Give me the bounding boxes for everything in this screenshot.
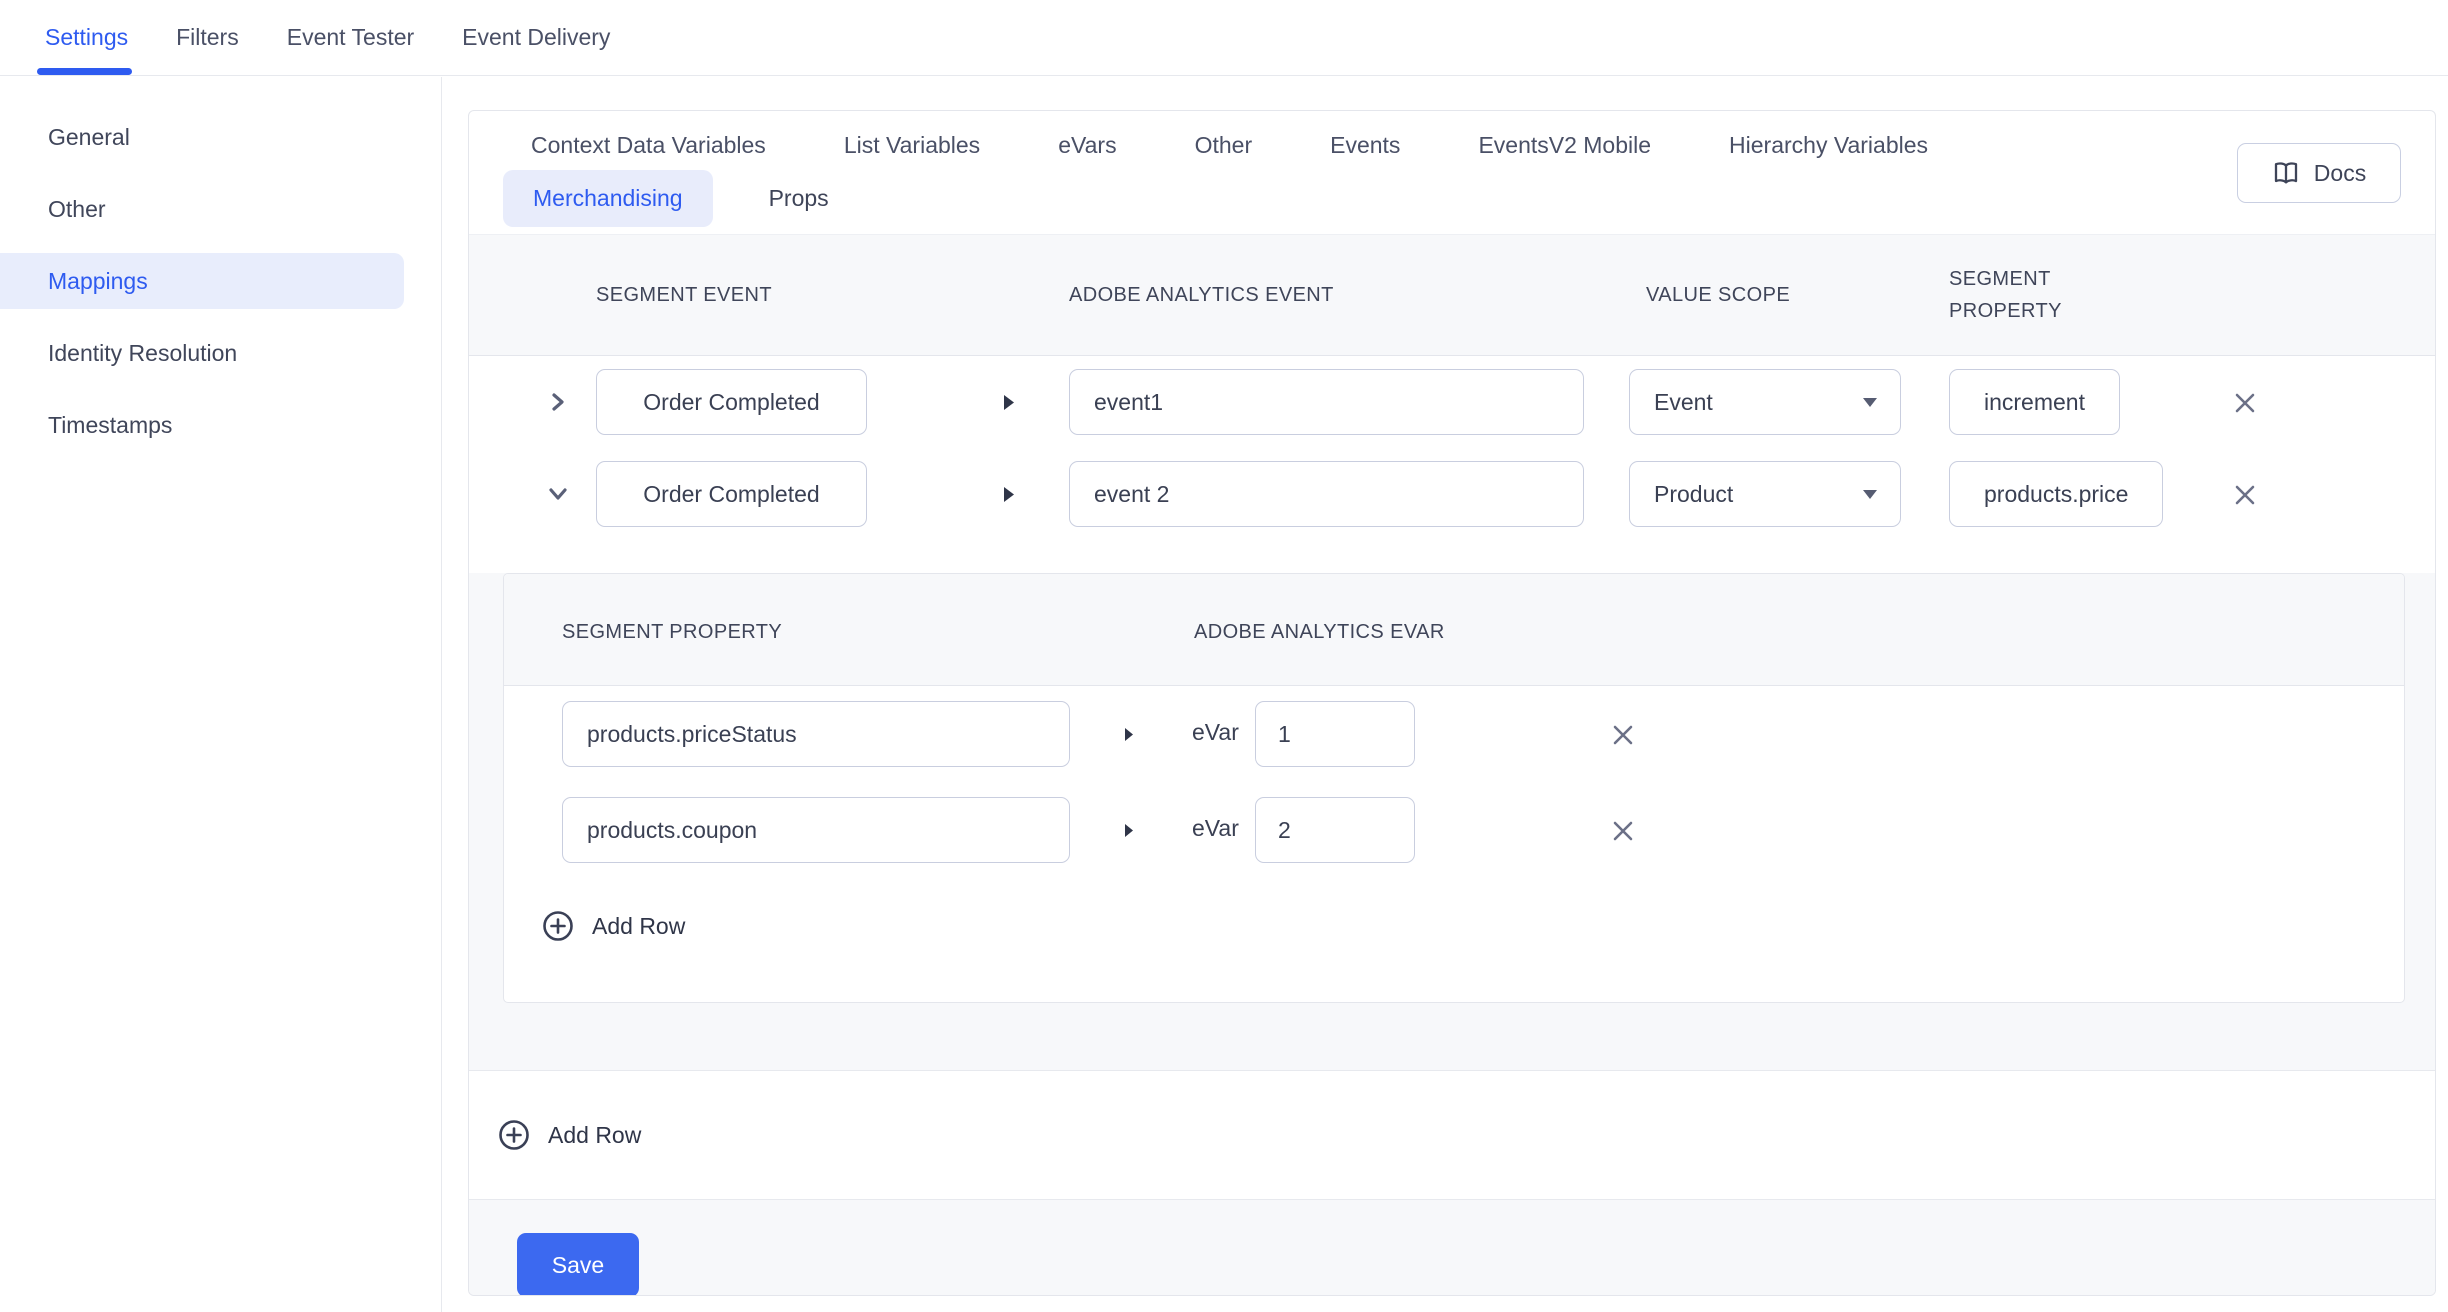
tab-event-delivery[interactable]: Event Delivery xyxy=(462,0,610,76)
segment-property-input[interactable] xyxy=(562,797,1070,863)
variable-tabs: Context Data Variables List Variables eV… xyxy=(469,111,2435,234)
delete-evar-row-button[interactable] xyxy=(1609,817,1637,845)
add-mapping-row-button[interactable]: Add Row xyxy=(498,1119,641,1151)
evar-label: eVar xyxy=(1192,815,1239,842)
segment-property-input[interactable] xyxy=(562,701,1070,767)
x-icon xyxy=(1611,723,1635,747)
settings-sidebar: General Other Mappings Identity Resoluti… xyxy=(0,77,442,1312)
adobe-analytics-event-input[interactable] xyxy=(1069,461,1584,527)
value-scope-selected: Event xyxy=(1654,389,1713,416)
evar-number-input[interactable] xyxy=(1255,797,1415,863)
tab-filters[interactable]: Filters xyxy=(176,0,239,76)
tab-list-variables[interactable]: List Variables xyxy=(844,131,980,159)
book-icon xyxy=(2272,160,2300,186)
evar-sub-table: SEGMENT PROPERTY ADOBE ANALYTICS EVAR eV… xyxy=(503,573,2405,1003)
tab-context-data-variables[interactable]: Context Data Variables xyxy=(531,131,766,159)
column-header-segment-property: SEGMENT PROPERTY xyxy=(1949,263,2099,327)
add-row-band: Add Row xyxy=(469,1071,2435,1200)
docs-button-label: Docs xyxy=(2314,160,2366,187)
column-header-adobe-analytics-evar: ADOBE ANALYTICS EVAR xyxy=(1194,616,1445,648)
evar-table-header: SEGMENT PROPERTY ADOBE ANALYTICS EVAR xyxy=(504,574,2404,686)
page-root: Settings Filters Event Tester Event Deli… xyxy=(0,0,2448,1312)
segment-property-button[interactable]: products.price xyxy=(1949,461,2163,527)
add-row-label: Add Row xyxy=(592,913,685,940)
plus-circle-icon xyxy=(542,910,574,942)
collapse-row-button[interactable] xyxy=(545,481,571,507)
triangle-right-icon xyxy=(1003,486,1015,503)
evar-row-2: eVar xyxy=(504,782,2404,878)
value-scope-select[interactable]: Product xyxy=(1629,461,1901,527)
triangle-right-icon xyxy=(1003,394,1015,411)
tab-event-tester[interactable]: Event Tester xyxy=(287,0,414,76)
docs-button[interactable]: Docs xyxy=(2237,143,2401,203)
add-row-label: Add Row xyxy=(548,1122,641,1149)
add-evar-row-button[interactable]: Add Row xyxy=(542,910,685,942)
sidebar-item-mappings[interactable]: Mappings xyxy=(0,253,404,309)
mapping-row-1: Order Completed Event increment xyxy=(469,356,2435,448)
delete-evar-row-button[interactable] xyxy=(1609,721,1637,749)
sidebar-item-other[interactable]: Other xyxy=(0,181,404,237)
tab-eventsv2-mobile[interactable]: EventsV2 Mobile xyxy=(1478,131,1651,159)
sidebar-item-timestamps[interactable]: Timestamps xyxy=(0,397,404,453)
variable-tabs-row1: Context Data Variables List Variables eV… xyxy=(531,131,1928,159)
chevron-right-icon xyxy=(550,391,566,413)
tab-props[interactable]: Props xyxy=(769,185,829,212)
save-button[interactable]: Save xyxy=(517,1233,639,1296)
variable-tabs-row2: Merchandising Props xyxy=(503,170,829,227)
x-icon xyxy=(2233,391,2257,415)
card-footer: Save xyxy=(469,1200,2435,1296)
column-header-adobe-analytics-event: ADOBE ANALYTICS EVENT xyxy=(1069,279,1334,311)
tab-merchandising[interactable]: Merchandising xyxy=(503,170,713,227)
adobe-analytics-event-input[interactable] xyxy=(1069,369,1584,435)
x-icon xyxy=(2233,483,2257,507)
column-header-segment-property: SEGMENT PROPERTY xyxy=(562,616,782,648)
plus-circle-icon xyxy=(498,1119,530,1151)
tab-events[interactable]: Events xyxy=(1330,131,1400,159)
segment-property-button[interactable]: increment xyxy=(1949,369,2120,435)
segment-event-button[interactable]: Order Completed xyxy=(596,369,867,435)
delete-row-button[interactable] xyxy=(2231,389,2259,417)
expand-row-button[interactable] xyxy=(545,389,571,415)
expanded-row-zone: SEGMENT PROPERTY ADOBE ANALYTICS EVAR eV… xyxy=(469,573,2435,1071)
tab-evars[interactable]: eVars xyxy=(1058,131,1116,159)
column-header-segment-event: SEGMENT EVENT xyxy=(596,279,772,311)
evar-row-1: eVar xyxy=(504,686,2404,782)
value-scope-select[interactable]: Event xyxy=(1629,369,1901,435)
segment-event-button[interactable]: Order Completed xyxy=(596,461,867,527)
delete-row-button[interactable] xyxy=(2231,481,2259,509)
tab-hierarchy-variables[interactable]: Hierarchy Variables xyxy=(1729,131,1928,159)
sidebar-item-general[interactable]: General xyxy=(0,109,404,165)
mapping-row-2: Order Completed Product products.price xyxy=(469,448,2435,540)
column-header-value-scope: VALUE SCOPE xyxy=(1646,279,1790,311)
triangle-right-icon xyxy=(1124,727,1134,742)
top-nav: Settings Filters Event Tester Event Deli… xyxy=(0,0,2448,76)
triangle-down-icon xyxy=(1862,489,1878,500)
evar-number-input[interactable] xyxy=(1255,701,1415,767)
x-icon xyxy=(1611,819,1635,843)
triangle-right-icon xyxy=(1124,823,1134,838)
evar-label: eVar xyxy=(1192,719,1239,746)
mappings-card: Context Data Variables List Variables eV… xyxy=(468,110,2436,1296)
sidebar-item-identity-resolution[interactable]: Identity Resolution xyxy=(0,325,404,381)
tab-other-variables[interactable]: Other xyxy=(1195,131,1253,159)
tab-settings[interactable]: Settings xyxy=(45,0,128,76)
chevron-down-icon xyxy=(547,486,569,502)
triangle-down-icon xyxy=(1862,397,1878,408)
mapping-table-header: SEGMENT EVENT ADOBE ANALYTICS EVENT VALU… xyxy=(469,234,2435,356)
value-scope-selected: Product xyxy=(1654,481,1733,508)
